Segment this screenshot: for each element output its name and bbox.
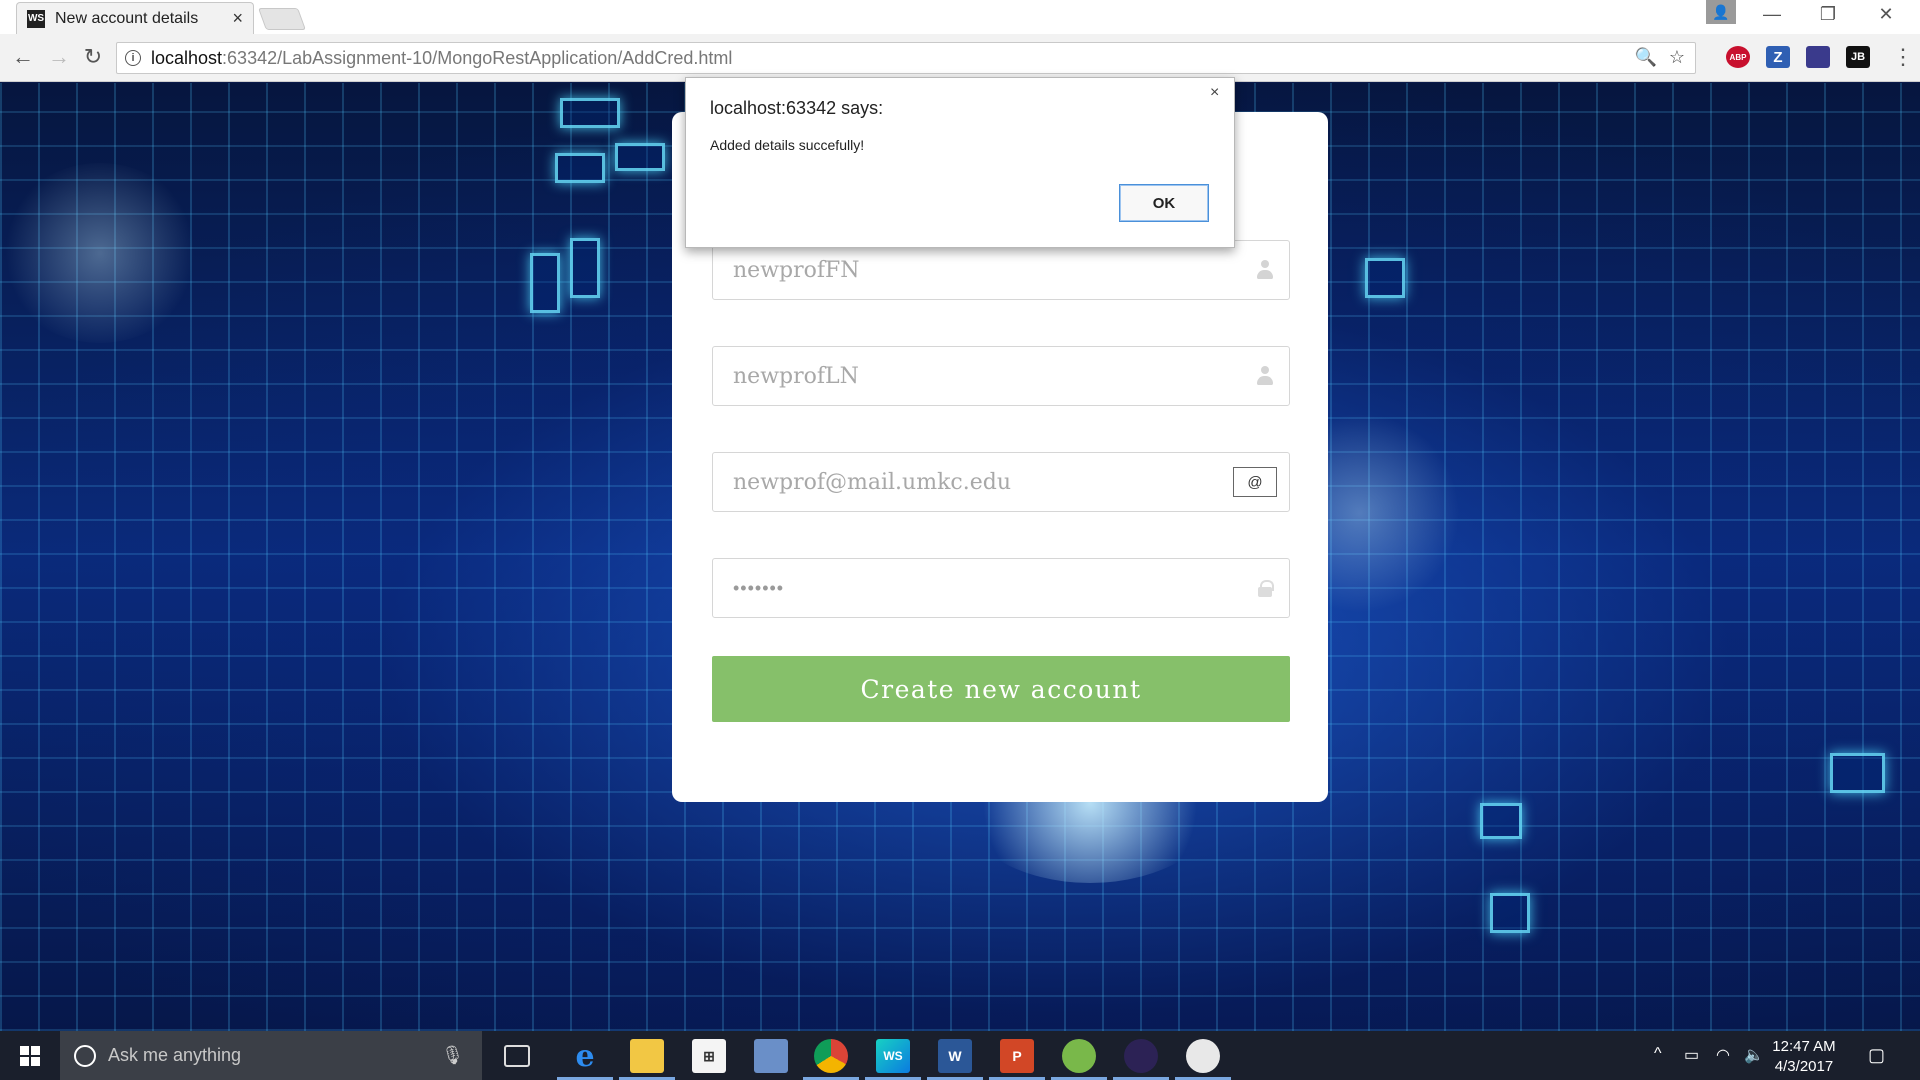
paint-icon[interactable] <box>1186 1039 1220 1073</box>
background-glow <box>0 163 200 343</box>
lock-icon <box>1241 580 1289 597</box>
battery-icon[interactable]: ▭ <box>1684 1045 1699 1065</box>
first-name-field[interactable]: newprofFN <box>712 240 1290 300</box>
microphone-icon[interactable]: 🎙 <box>441 1045 464 1066</box>
menu-kebab-icon[interactable]: ⋮ <box>1892 44 1914 70</box>
user-icon <box>1241 366 1289 386</box>
background-decoration <box>530 253 560 313</box>
browser-toolbar: ← → ↻ i localhost:63342/LabAssignment-10… <box>0 34 1920 82</box>
jetbrains-icon[interactable]: JB <box>1846 46 1870 68</box>
background-decoration <box>615 143 665 171</box>
windows-taskbar: Ask me anything 🎙 e ⊞ WS W P ^ ▭ ◠ 🔈 12:… <box>0 1031 1920 1080</box>
url-host: localhost <box>151 47 223 68</box>
dialog-title: localhost:63342 says: <box>710 98 884 118</box>
new-tab-button[interactable] <box>257 8 307 30</box>
store-icon[interactable]: ⊞ <box>692 1039 726 1073</box>
last-name-value: newprofLN <box>733 363 859 389</box>
cortana-search-box[interactable]: Ask me anything 🎙 <box>60 1031 482 1080</box>
background-decoration <box>570 238 600 298</box>
restore-button[interactable]: ❐ <box>1808 4 1848 25</box>
browser-tab-bar: WS New account details × 👤 — ❐ ✕ <box>0 0 1920 34</box>
background-decoration <box>555 153 605 183</box>
dialog-close-icon[interactable]: × <box>1210 84 1219 102</box>
volume-icon[interactable]: 🔈 <box>1744 1045 1764 1065</box>
eclipse-icon[interactable] <box>1124 1039 1158 1073</box>
chrome-icon[interactable] <box>814 1039 848 1073</box>
zoom-icon[interactable]: 🔍 <box>1634 47 1656 68</box>
word-icon[interactable]: W <box>938 1039 972 1073</box>
remote-desktop-icon[interactable] <box>754 1039 788 1073</box>
background-decoration <box>1490 893 1530 933</box>
browser-tab[interactable]: WS New account details × <box>16 2 254 34</box>
dialog-message: Added details succefully! <box>710 137 865 153</box>
site-info-icon[interactable]: i <box>125 50 141 66</box>
password-field[interactable]: ••••••• <box>712 558 1290 618</box>
cortana-icon <box>74 1044 96 1067</box>
password-value: ••••••• <box>733 577 785 598</box>
bookmark-star-icon[interactable]: ☆ <box>1669 47 1685 68</box>
wifi-icon[interactable]: ◠ <box>1716 1045 1730 1065</box>
webstorm-icon[interactable]: WS <box>876 1039 910 1073</box>
action-center-icon[interactable]: ▢ <box>1868 1045 1885 1066</box>
background-decoration <box>1830 753 1885 793</box>
clock-date: 4/3/2017 <box>1774 1058 1834 1075</box>
last-name-field[interactable]: newprofLN <box>712 346 1290 406</box>
url-path: :63342/LabAssignment-10/MongoRestApplica… <box>222 47 733 68</box>
start-button[interactable] <box>0 1031 60 1080</box>
tab-title: New account details <box>55 9 199 27</box>
close-window-button[interactable]: ✕ <box>1866 4 1906 25</box>
minimize-button[interactable]: — <box>1752 4 1792 25</box>
create-account-button[interactable]: Create new account <box>712 656 1290 722</box>
powerpoint-icon[interactable]: P <box>1000 1039 1034 1073</box>
task-view-icon[interactable] <box>504 1045 530 1067</box>
edge-icon[interactable]: e <box>568 1039 602 1074</box>
background-decoration <box>1480 803 1522 839</box>
dialog-ok-button[interactable]: OK <box>1119 184 1209 222</box>
show-hidden-icons-chevron-icon[interactable]: ^ <box>1654 1045 1662 1063</box>
alert-dialog: localhost:63342 says: Added details succ… <box>685 77 1235 248</box>
email-field[interactable]: newprof@mail.umkc.edu @ <box>712 452 1290 512</box>
search-placeholder: Ask me anything <box>108 1045 242 1065</box>
address-bar[interactable]: i localhost:63342/LabAssignment-10/Mongo… <box>116 42 1696 74</box>
webstorm-favicon-icon: WS <box>27 9 45 28</box>
clock-time: 12:47 AM <box>1772 1038 1836 1055</box>
zotero-icon[interactable]: Z <box>1766 46 1790 68</box>
profile-icon[interactable]: 👤 <box>1706 0 1736 24</box>
email-icon: @ <box>1233 467 1277 497</box>
android-studio-icon[interactable] <box>1062 1039 1096 1073</box>
adblock-plus-icon[interactable]: ABP <box>1726 46 1750 68</box>
windows-logo-icon <box>20 1045 40 1066</box>
file-explorer-icon[interactable] <box>630 1039 664 1073</box>
forward-arrow-icon[interactable]: → <box>44 44 74 70</box>
user-icon <box>1241 260 1289 280</box>
pocket-icon[interactable] <box>1806 46 1830 68</box>
first-name-value: newprofFN <box>733 257 860 283</box>
reload-icon[interactable]: ↻ <box>78 44 108 70</box>
tab-close-icon[interactable]: × <box>232 8 243 29</box>
system-clock[interactable]: 12:47 AM 4/3/2017 <box>1764 1037 1844 1077</box>
background-decoration <box>560 98 620 128</box>
email-value: newprof@mail.umkc.edu <box>733 469 1011 495</box>
background-decoration <box>1365 258 1405 298</box>
back-arrow-icon[interactable]: ← <box>8 44 38 70</box>
